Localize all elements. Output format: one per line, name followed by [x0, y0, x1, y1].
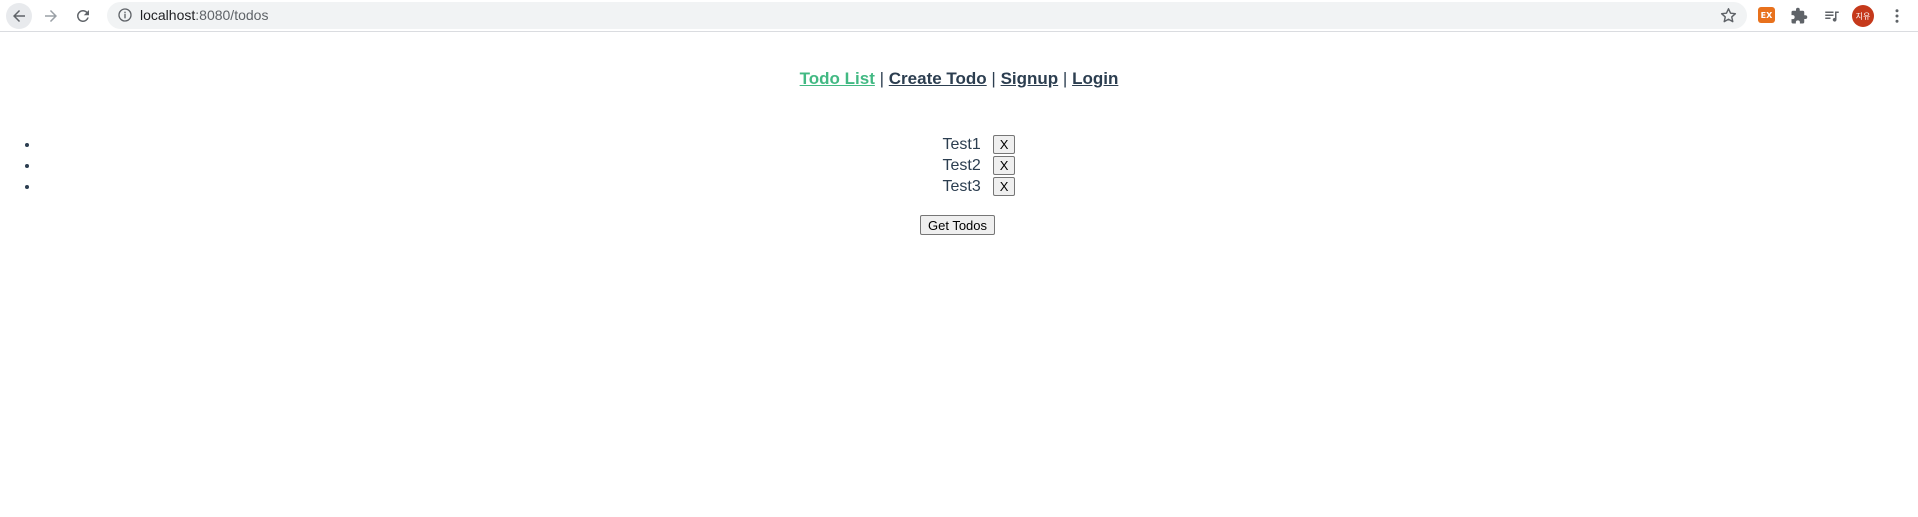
nav-separator: | [879, 69, 885, 88]
profile-avatar[interactable]: 지유 [1852, 5, 1874, 27]
todo-list: Test1 X Test2 X Test3 X [0, 134, 1918, 197]
nav-link-signup[interactable]: Signup [1001, 69, 1059, 88]
extension-badge-text: EX [1760, 10, 1773, 20]
bookmark-star-icon[interactable] [1719, 6, 1738, 25]
get-todos-button[interactable]: Get Todos [920, 215, 996, 235]
browser-toolbar: localhost:8080/todos EX 지유 [0, 0, 1918, 32]
kebab-menu-icon [1895, 9, 1899, 23]
nav-separator: | [991, 69, 996, 88]
list-item: Test3 X [40, 176, 1918, 197]
reload-icon [76, 9, 89, 22]
address-bar[interactable]: localhost:8080/todos [107, 2, 1747, 29]
todo-title: Test3 [942, 178, 981, 195]
browser-menu-button[interactable] [1887, 6, 1907, 26]
url-path: :8080/todos [195, 7, 269, 23]
nav-link-login[interactable]: Login [1072, 69, 1118, 88]
url-text[interactable]: localhost:8080/todos [140, 7, 268, 24]
arrow-right-icon [45, 10, 57, 22]
list-item: Test1 X [40, 134, 1918, 155]
delete-todo-button[interactable]: X [992, 156, 1016, 176]
todo-title: Test2 [942, 157, 981, 174]
delete-todo-button[interactable]: X [992, 177, 1016, 197]
delete-todo-button[interactable]: X [992, 135, 1016, 155]
main-nav: Todo List | Create Todo | Signup | Login [0, 69, 1918, 89]
avatar-text: 지유 [1855, 11, 1871, 21]
back-button[interactable] [6, 3, 32, 29]
nav-link-todo-list[interactable]: Todo List [800, 69, 875, 88]
extensions-puzzle-icon[interactable] [1789, 6, 1809, 26]
arrow-left-icon [13, 10, 25, 22]
playlist-music-icon [1825, 11, 1839, 22]
nav-link-create-todo[interactable]: Create Todo [889, 69, 987, 88]
reload-button[interactable] [70, 3, 96, 29]
media-control-icon[interactable] [1822, 6, 1842, 26]
info-icon[interactable] [117, 7, 133, 23]
page-content: Todo List | Create Todo | Signup | Login… [0, 33, 1918, 517]
nav-separator: | [1062, 69, 1068, 88]
todo-title: Test1 [942, 136, 981, 153]
url-host: localhost [140, 7, 196, 23]
extension-ex-icon[interactable]: EX [1758, 7, 1775, 23]
list-item: Test2 X [40, 155, 1918, 176]
puzzle-icon [1791, 7, 1808, 24]
forward-button[interactable] [38, 3, 64, 29]
